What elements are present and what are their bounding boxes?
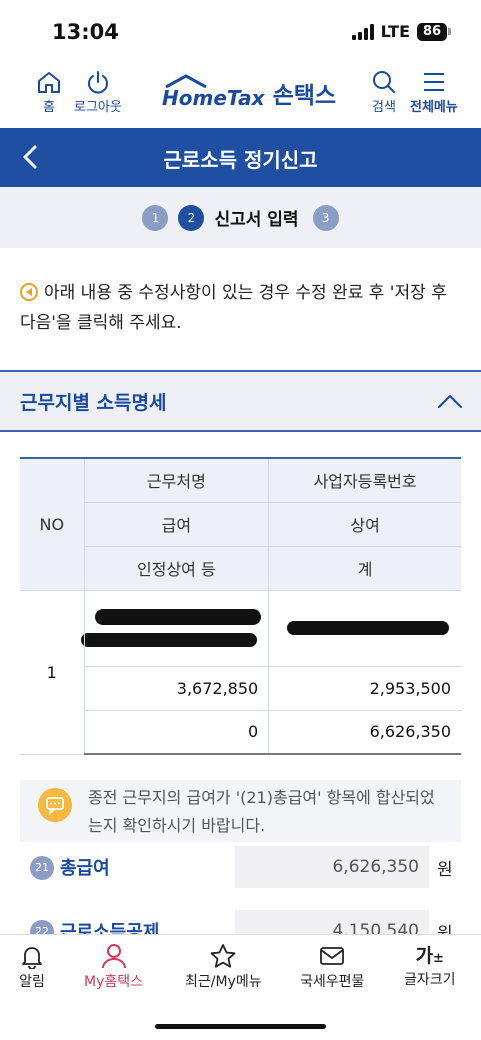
nav-tax-mail[interactable]: 국세우편물 xyxy=(300,943,364,991)
home-indicator xyxy=(155,1024,326,1029)
col-bonus: 상여 xyxy=(268,501,461,547)
col-workplace-name: 근무처명 xyxy=(83,457,270,503)
search-icon xyxy=(373,71,395,93)
notice-message: 아래 내용 중 수정사항이 있는 경우 수정 완료 후 '저장 후 다음'을 클… xyxy=(20,278,460,338)
hometax-logo[interactable]: HomeTax 손택스 xyxy=(162,74,337,110)
chevron-up-icon xyxy=(438,395,462,408)
table-row: 3,672,850 2,953,500 xyxy=(20,665,461,711)
row-number: 1 xyxy=(20,589,85,755)
recognized-bonus-cell: 0 xyxy=(84,709,270,755)
redacted-business-number xyxy=(287,621,450,635)
redacted-workplace-name xyxy=(94,609,261,625)
star-icon xyxy=(210,944,236,968)
speaker-icon xyxy=(20,283,38,301)
nav-alerts[interactable]: 알림 xyxy=(18,943,46,991)
nav-label: 알림 xyxy=(19,974,45,990)
col-business-number: 사업자등록번호 xyxy=(268,457,461,503)
home-label: 홈 xyxy=(43,100,55,115)
field-number: 21 xyxy=(30,856,54,880)
bell-icon xyxy=(22,947,42,969)
nav-label: My홈택스 xyxy=(84,974,144,990)
field-row-total-salary: 21 총급여 6,626,350 원 xyxy=(28,846,458,892)
network-type: LTE xyxy=(380,22,410,41)
info-text: 종전 근무지의 급여가 '(21)총급여' 항목에 합산되었는지 확인하시기 바… xyxy=(88,788,435,835)
person-icon xyxy=(101,944,126,969)
business-number-cell xyxy=(268,589,461,667)
table-row: 1 xyxy=(20,589,461,755)
redacted-workplace-name-2 xyxy=(80,633,257,647)
step-2: 2 xyxy=(178,204,205,231)
income-table: NO 근무처명 사업자등록번호 급여 상여 인정상여 등 계 1 3,672,8… xyxy=(20,457,461,755)
power-icon xyxy=(87,71,108,94)
mail-icon xyxy=(320,947,345,965)
notice-text: 아래 내용 중 수정사항이 있는 경우 수정 완료 후 '저장 후 다음'을 클… xyxy=(20,283,447,333)
step-2-label: 신고서 입력 xyxy=(214,210,299,230)
info-box: 종전 근무지의 급여가 '(21)총급여' 항목에 합산되었는지 확인하시기 바… xyxy=(20,780,461,842)
status-indicators: LTE 86 xyxy=(351,22,451,41)
logo-text: HomeTax xyxy=(162,74,265,110)
step-indicator: 1 2 신고서 입력 3 xyxy=(0,187,481,248)
home-icon xyxy=(38,72,60,93)
logout-label: 로그아웃 xyxy=(74,100,122,115)
search-button[interactable]: 검색 xyxy=(370,70,398,115)
col-total: 계 xyxy=(268,545,461,591)
page-title-bar: 근로소득 정기신고 xyxy=(0,128,481,187)
workplace-name-cell xyxy=(80,589,270,667)
nav-label: 최근/My메뉴 xyxy=(185,974,262,990)
hamburger-icon xyxy=(423,73,444,91)
field-unit: 원 xyxy=(437,860,453,880)
battery-level: 86 xyxy=(417,22,447,41)
logout-button[interactable]: 로그아웃 xyxy=(74,70,122,115)
salary-cell: 3,672,850 xyxy=(84,665,270,711)
nav-font-size[interactable]: 가± 글자크기 xyxy=(404,943,456,989)
full-menu-button[interactable]: 전체메뉴 xyxy=(410,70,458,115)
table-row: 0 6,626,350 xyxy=(20,709,461,755)
chat-bubble-icon xyxy=(38,788,72,822)
total-cell: 6,626,350 xyxy=(268,709,461,755)
total-salary-value: 6,626,350 xyxy=(235,846,429,888)
nav-label: 국세우편물 xyxy=(300,974,365,990)
nav-recent-menu[interactable]: 최근/My메뉴 xyxy=(185,943,262,991)
font-size-icon: 가± xyxy=(415,945,444,967)
section-title: 근무지별 소득명세 xyxy=(20,392,167,414)
page-title: 근로소득 정기신고 xyxy=(163,148,318,172)
field-label: 총급여 xyxy=(60,858,110,879)
app-header: 홈 로그아웃 HomeTax 손택스 검색 전체메뉴 xyxy=(0,62,481,128)
status-time: 13:04 xyxy=(52,20,119,44)
collapse-toggle[interactable] xyxy=(437,392,463,414)
search-label: 검색 xyxy=(372,100,396,115)
step-3: 3 xyxy=(312,204,339,231)
battery-icon: 86 xyxy=(417,22,451,41)
roof-icon xyxy=(165,74,207,88)
home-button[interactable]: 홈 xyxy=(36,70,62,115)
col-recognized-bonus: 인정상여 등 xyxy=(84,545,270,591)
nav-my-hometax[interactable]: My홈택스 xyxy=(84,943,143,991)
section-header[interactable]: 근무지별 소득명세 xyxy=(0,370,481,432)
col-no: NO xyxy=(20,457,85,591)
status-bar: 13:04 LTE 86 xyxy=(0,0,481,62)
step-1: 1 xyxy=(142,204,169,231)
bonus-cell: 2,953,500 xyxy=(268,665,461,711)
signal-icon xyxy=(351,23,374,40)
nav-label: 글자크기 xyxy=(404,972,456,988)
logo-subtitle: 손택스 xyxy=(272,83,337,109)
col-salary: 급여 xyxy=(84,501,270,547)
menu-label: 전체메뉴 xyxy=(410,100,458,115)
